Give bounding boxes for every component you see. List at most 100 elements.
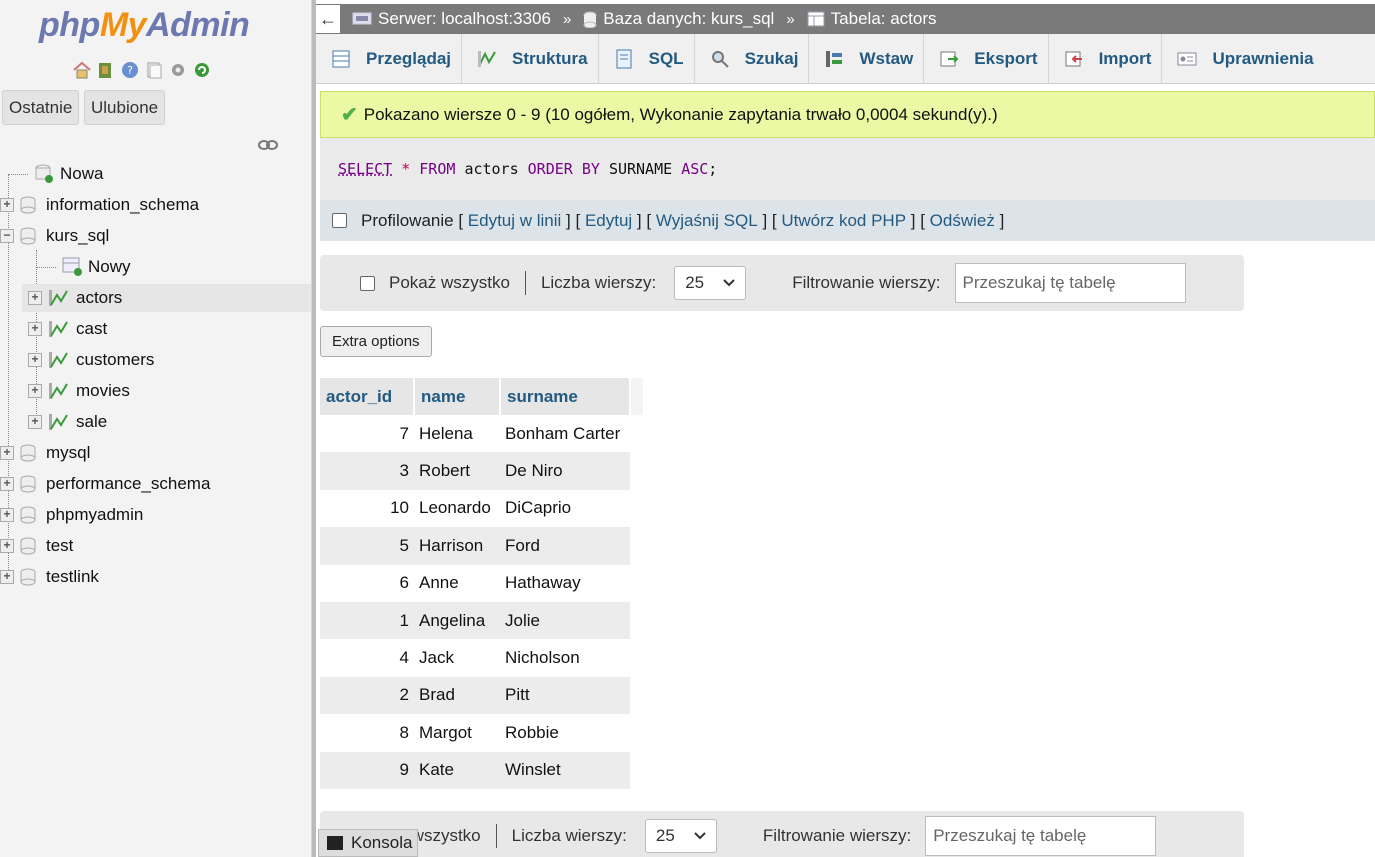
- expand-icon[interactable]: +: [0, 539, 14, 553]
- cell-name[interactable]: Robert: [414, 452, 500, 490]
- expand-icon[interactable]: +: [0, 508, 14, 522]
- expand-icon[interactable]: +: [28, 353, 42, 367]
- extra-options-button[interactable]: Extra options: [320, 326, 432, 357]
- docs-icon[interactable]: [144, 60, 164, 80]
- table-row[interactable]: 3 Robert De Niro: [320, 452, 643, 490]
- table-row[interactable]: 8 Margot Robbie: [320, 714, 643, 752]
- rows-per-page-select[interactable]: 25: [674, 266, 747, 300]
- tree-item-nowa[interactable]: Nowa: [0, 160, 311, 188]
- table-row[interactable]: 4 Jack Nicholson: [320, 639, 643, 677]
- logout-icon[interactable]: [96, 60, 116, 80]
- tab-privileges[interactable]: Uprawnienia: [1162, 34, 1323, 84]
- cell-surname[interactable]: Winslet: [500, 751, 630, 789]
- refresh-link[interactable]: Odśwież: [930, 211, 995, 231]
- tree-item-phpmyadmin[interactable]: + phpmyadmin: [0, 501, 311, 529]
- tree-item-sale[interactable]: + sale: [28, 408, 311, 436]
- cell-actor-id[interactable]: 1: [320, 601, 414, 640]
- tree-item-movies[interactable]: + movies: [28, 377, 311, 405]
- settings-icon[interactable]: [168, 60, 188, 80]
- tab-search[interactable]: Szukaj: [695, 34, 810, 84]
- cell-surname[interactable]: Nicholson: [500, 639, 630, 677]
- column-header-actor-id[interactable]: actor_id: [320, 378, 415, 415]
- create-php-code-link[interactable]: Utwórz kod PHP: [781, 211, 906, 231]
- cell-surname[interactable]: Jolie: [500, 601, 630, 640]
- cell-name[interactable]: Leonardo: [414, 489, 500, 528]
- profiling-checkbox[interactable]: [332, 213, 347, 228]
- cell-name[interactable]: Angelina: [414, 601, 500, 640]
- tab-insert[interactable]: Wstaw: [809, 34, 925, 84]
- table-row[interactable]: 6 Anne Hathaway: [320, 564, 643, 602]
- tree-item-kurs-sql[interactable]: − kurs_sql: [0, 222, 311, 250]
- expand-icon[interactable]: +: [0, 446, 14, 460]
- expand-icon[interactable]: +: [28, 322, 42, 336]
- tree-item-test[interactable]: + test: [0, 532, 311, 560]
- cell-name[interactable]: Helena: [414, 415, 500, 453]
- tab-sql[interactable]: SQL: [599, 34, 695, 84]
- cell-surname[interactable]: Pitt: [500, 676, 630, 715]
- expand-icon[interactable]: +: [0, 198, 14, 212]
- tree-item-nowy[interactable]: Nowy: [28, 253, 311, 281]
- cell-name[interactable]: Kate: [414, 751, 500, 789]
- cell-name[interactable]: Jack: [414, 639, 500, 677]
- tree-item-customers[interactable]: + customers: [28, 346, 311, 374]
- table-row[interactable]: 2 Brad Pitt: [320, 676, 643, 715]
- cell-actor-id[interactable]: 7: [320, 415, 414, 453]
- column-header-surname[interactable]: surname: [500, 378, 631, 415]
- cell-actor-id[interactable]: 5: [320, 527, 414, 565]
- help-icon[interactable]: ?: [120, 60, 140, 80]
- breadcrumb-table[interactable]: Tabela: actors: [807, 9, 937, 29]
- cell-actor-id[interactable]: 3: [320, 452, 414, 490]
- tree-item-performance-schema[interactable]: + performance_schema: [0, 470, 311, 498]
- collapse-icon[interactable]: −: [0, 229, 14, 243]
- table-row[interactable]: 9 Kate Winslet: [320, 751, 643, 789]
- tree-item-actors[interactable]: + actors: [22, 284, 311, 312]
- link-with-main-panel-icon[interactable]: [258, 136, 278, 156]
- tab-structure[interactable]: Struktura: [462, 34, 599, 84]
- sql-select-keyword[interactable]: SELECT: [338, 160, 392, 178]
- expand-icon[interactable]: +: [28, 291, 42, 305]
- tree-item-cast[interactable]: + cast: [28, 315, 311, 343]
- cell-surname[interactable]: DiCaprio: [500, 489, 630, 528]
- expand-icon[interactable]: +: [0, 477, 14, 491]
- phpmyadmin-logo[interactable]: phpMyAdmin: [39, 6, 250, 45]
- tab-import[interactable]: Import: [1049, 34, 1163, 84]
- cell-surname[interactable]: Hathaway: [500, 564, 630, 602]
- table-row[interactable]: 5 Harrison Ford: [320, 527, 643, 565]
- table-row[interactable]: 7 Helena Bonham Carter: [320, 415, 643, 453]
- cell-actor-id[interactable]: 6: [320, 564, 414, 602]
- cell-surname[interactable]: Ford: [500, 527, 630, 565]
- cell-actor-id[interactable]: 10: [320, 489, 414, 528]
- cell-surname[interactable]: Robbie: [500, 714, 630, 752]
- back-arrow-icon[interactable]: ←: [316, 5, 340, 33]
- expand-icon[interactable]: +: [28, 415, 42, 429]
- cell-actor-id[interactable]: 8: [320, 714, 414, 752]
- tree-item-mysql[interactable]: + mysql: [0, 439, 311, 467]
- edit-link[interactable]: Edytuj: [585, 211, 632, 231]
- cell-name[interactable]: Anne: [414, 564, 500, 602]
- rows-per-page-select-bottom[interactable]: 25: [644, 819, 717, 853]
- cell-surname[interactable]: De Niro: [500, 452, 630, 490]
- show-all-checkbox[interactable]: [360, 275, 375, 291]
- filter-rows-input[interactable]: Przeszukaj tę tabelę: [954, 263, 1186, 303]
- cell-name[interactable]: Margot: [414, 714, 500, 752]
- favorite-tables-button[interactable]: Ulubione: [84, 90, 166, 125]
- edit-inline-link[interactable]: Edytuj w linii: [468, 211, 562, 231]
- cell-actor-id[interactable]: 9: [320, 751, 414, 789]
- recent-tables-button[interactable]: Ostatnie: [2, 90, 80, 125]
- expand-icon[interactable]: +: [0, 570, 14, 584]
- breadcrumb-database[interactable]: Baza danych: kurs_sql: [583, 9, 774, 29]
- console-toggle[interactable]: Konsola: [318, 829, 418, 857]
- home-icon[interactable]: [72, 60, 92, 80]
- table-row[interactable]: 1 Angelina Jolie: [320, 601, 643, 640]
- explain-sql-link[interactable]: Wyjaśnij SQL: [656, 211, 758, 231]
- tree-item-information-schema[interactable]: + information_schema: [0, 191, 311, 219]
- cell-surname[interactable]: Bonham Carter: [500, 415, 630, 453]
- column-header-name[interactable]: name: [414, 378, 501, 415]
- nav-resizer[interactable]: [312, 0, 316, 857]
- expand-icon[interactable]: +: [28, 384, 42, 398]
- table-row[interactable]: 10 Leonardo DiCaprio: [320, 489, 643, 528]
- cell-name[interactable]: Harrison: [414, 527, 500, 565]
- cell-name[interactable]: Brad: [414, 676, 500, 715]
- tab-browse[interactable]: Przeglądaj: [316, 34, 463, 84]
- cell-actor-id[interactable]: 2: [320, 676, 414, 715]
